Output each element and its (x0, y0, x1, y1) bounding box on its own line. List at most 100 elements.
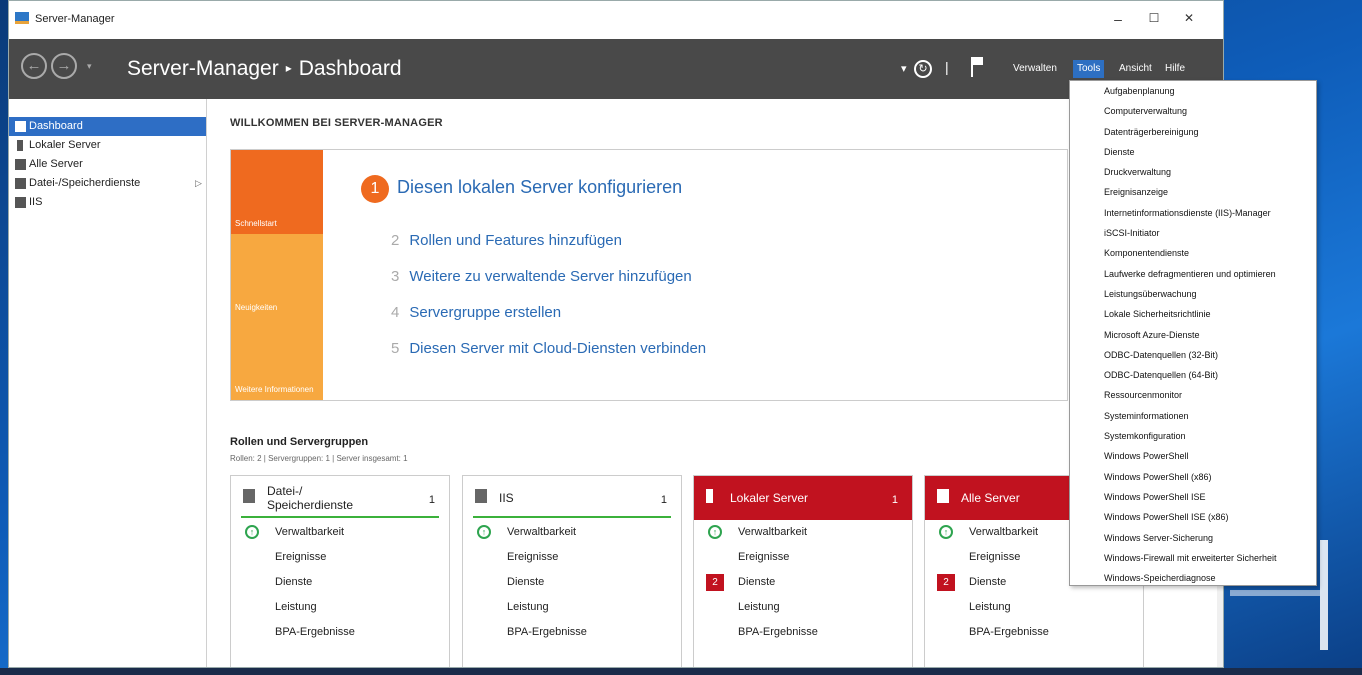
tools-menu-item[interactable]: Lokale Sicherheitsrichtlinie (1070, 304, 1316, 324)
card-row-ereignisse[interactable]: Ereignisse (463, 545, 681, 570)
menu-tools[interactable]: Tools (1073, 60, 1105, 78)
tools-menu-item[interactable]: Windows PowerShell (x86) (1070, 467, 1316, 487)
tools-menu-item[interactable]: Systeminformationen (1070, 406, 1316, 426)
expand-arrow-icon[interactable]: ▷ (195, 174, 202, 193)
storage-icon (15, 178, 26, 189)
tools-menu-item[interactable]: Microsoft Azure-Dienste (1070, 325, 1316, 345)
refresh-dropdown-icon[interactable]: ▾ (901, 62, 907, 75)
card-row-leistung[interactable]: Leistung (463, 595, 681, 620)
sidebar-item-datei-speicherdienste[interactable]: Datei-/Speicherdienste ▷ (9, 174, 206, 193)
tools-menu-item[interactable]: Laufwerke defragmentieren und optimieren (1070, 264, 1316, 284)
iis-icon (15, 197, 26, 208)
card-row-bpa[interactable]: BPA-Ergebnisse (694, 620, 912, 645)
tools-menu-item[interactable]: Windows-Firewall mit erweiterter Sicherh… (1070, 548, 1316, 568)
tools-menu-item[interactable]: Windows-Speicherdiagnose (1070, 568, 1316, 588)
header-bar: ← → ▾ Server-Manager ▸ Dashboard ▾ ↻ | Ver… (9, 39, 1223, 99)
iis-icon (475, 489, 487, 503)
sidebar-item-alle-server[interactable]: Alle Server (9, 155, 206, 174)
tools-menu-item[interactable]: Ressourcenmonitor (1070, 385, 1316, 405)
tools-menu-item[interactable]: iSCSI-Initiator (1070, 223, 1316, 243)
card-iis[interactable]: IIS 1 ↑ Verwaltbarkeit Ereignisse Dienste… (462, 475, 682, 667)
card-row-verwaltbarkeit[interactable]: ↑ Verwaltbarkeit (463, 520, 681, 545)
tools-menu-item[interactable]: ODBC-Datenquellen (32-Bit) (1070, 345, 1316, 365)
servers-icon (937, 489, 949, 503)
tab-neuigkeiten[interactable]: Neuigkeiten (231, 234, 323, 318)
step-add-servers[interactable]: 3 Weitere zu verwaltende Server hinzufüge… (391, 268, 692, 285)
storage-icon (243, 489, 255, 503)
ok-status-icon: ↑ (477, 525, 491, 539)
card-row-bpa[interactable]: BPA-Ergebnisse (463, 620, 681, 645)
card-row-leistung[interactable]: Leistung (925, 595, 1143, 620)
maximize-button[interactable]: ☐ (1139, 11, 1169, 25)
tools-menu-item[interactable]: Dienste (1070, 142, 1316, 162)
desktop-light-beam (1230, 590, 1320, 596)
step-create-server-group[interactable]: 4 Servergruppe erstellen (391, 304, 561, 321)
card-row-dienste[interactable]: Dienste (463, 570, 681, 595)
sidebar-item-dashboard[interactable]: Dashboard (9, 117, 206, 136)
alert-count-badge: 2 (706, 574, 724, 591)
tools-menu-item[interactable]: Komponentendienste (1070, 243, 1316, 263)
tab-schnellstart[interactable]: Schnellstart (231, 150, 323, 234)
tab-weitere-informationen[interactable]: Weitere Informationen (231, 318, 323, 400)
sidebar-item-label: Alle Server (29, 158, 83, 170)
step-configure-local-server[interactable]: 1 Diesen lokalen Server konfigurieren (361, 175, 682, 203)
tools-menu-item[interactable]: ODBC-Datenquellen (64-Bit) (1070, 365, 1316, 385)
card-count: 1 (891, 494, 898, 506)
tools-menu-item[interactable]: Windows PowerShell (1070, 446, 1316, 466)
tools-menu-item[interactable]: Windows Server-Sicherung (1070, 528, 1316, 548)
dashboard-icon (15, 121, 26, 132)
tools-menu-item[interactable]: Windows PowerShell ISE (1070, 487, 1316, 507)
ok-status-icon: ↑ (708, 525, 722, 539)
ok-status-icon: ↑ (939, 525, 953, 539)
tools-menu-item[interactable]: Computerverwaltung (1070, 101, 1316, 121)
card-row-bpa[interactable]: BPA-Ergebnisse (231, 620, 449, 645)
card-row-ereignisse[interactable]: Ereignisse (694, 545, 912, 570)
tools-menu-item[interactable]: Druckverwaltung (1070, 162, 1316, 182)
tools-dropdown-menu: Aufgabenplanung Computerverwaltung Datentr… (1069, 80, 1317, 586)
card-row-dienste[interactable]: Dienste (231, 570, 449, 595)
history-dropdown-icon[interactable]: ▾ (87, 61, 92, 72)
card-row-bpa[interactable]: BPA-Ergebnisse (925, 620, 1143, 645)
refresh-icon[interactable]: ↻ (914, 60, 932, 78)
step-connect-cloud[interactable]: 5 Diesen Server mit Cloud-Diensten verbin… (391, 340, 706, 357)
tools-menu-item[interactable]: Ereignisanzeige (1070, 182, 1316, 202)
tools-menu-item[interactable]: Aufgabenplanung (1070, 81, 1316, 101)
taskbar (0, 668, 1362, 675)
card-title: Datei-/ Speicherdienste (267, 484, 354, 512)
back-arrow-icon[interactable]: ← (21, 53, 47, 79)
desktop-light-beam (1320, 540, 1328, 650)
card-row-leistung[interactable]: Leistung (694, 595, 912, 620)
ok-status-icon: ↑ (245, 525, 259, 539)
step-add-roles[interactable]: 2 Rollen und Features hinzufügen (391, 232, 622, 249)
quickstart-panel: Schnellstart Neuigkeiten Weitere Informa… (230, 149, 1068, 401)
card-count: 1 (660, 494, 667, 506)
card-lokaler-server[interactable]: Lokaler Server 1 ↑ Verwaltbarkeit Ereigni… (693, 475, 913, 667)
breadcrumb-root[interactable]: Server-Manager (127, 57, 279, 80)
window-title: Server-Manager (35, 13, 115, 25)
sidebar-item-lokaler-server[interactable]: Lokaler Server (9, 136, 206, 155)
card-row-dienste[interactable]: 2 Dienste (694, 570, 912, 595)
card-row-leistung[interactable]: Leistung (231, 595, 449, 620)
forward-arrow-icon[interactable]: → (51, 53, 77, 79)
sidebar-item-iis[interactable]: IIS (9, 193, 206, 212)
tools-menu-item[interactable]: Windows PowerShell ISE (x86) (1070, 507, 1316, 527)
notifications-flag-icon[interactable] (971, 57, 983, 77)
sidebar-item-label: Datei-/Speicherdienste (29, 177, 141, 189)
card-datei-speicherdienste[interactable]: Datei-/ Speicherdienste 1 ↑ Verwaltbarkei… (230, 475, 450, 667)
card-row-verwaltbarkeit[interactable]: ↑ Verwaltbarkeit (694, 520, 912, 545)
tools-menu-item[interactable]: Datenträgerbereinigung (1070, 122, 1316, 142)
step-number: 1 (361, 175, 389, 203)
tools-menu-item[interactable]: Leistungsüberwachung (1070, 284, 1316, 304)
servers-icon (15, 159, 26, 170)
scrollbar[interactable] (1217, 581, 1223, 667)
card-row-verwaltbarkeit[interactable]: ↑ Verwaltbarkeit (231, 520, 449, 545)
card-row-ereignisse[interactable]: Ereignisse (231, 545, 449, 570)
sidebar-item-label: IIS (29, 196, 43, 208)
close-button[interactable]: ✕ (1174, 11, 1204, 25)
menu-ansicht[interactable]: Ansicht (1115, 60, 1156, 78)
tools-menu-item[interactable]: Internetinformationsdienste (IIS)-Manage… (1070, 203, 1316, 223)
minimize-button[interactable]: – (1103, 11, 1133, 27)
menu-hilfe[interactable]: Hilfe (1161, 60, 1189, 78)
menu-verwalten[interactable]: Verwalten (1009, 60, 1061, 78)
tools-menu-item[interactable]: Systemkonfiguration (1070, 426, 1316, 446)
